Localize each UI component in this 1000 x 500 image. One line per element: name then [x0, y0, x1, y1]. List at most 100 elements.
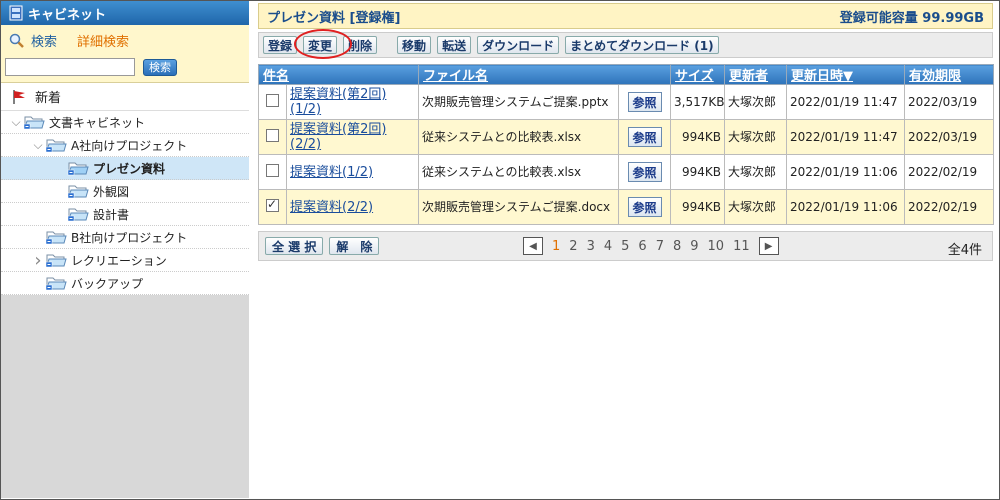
updated-cell: 2022/01/19 11:47: [786, 84, 906, 120]
change-button[interactable]: 変更: [303, 36, 338, 54]
table-row: 提案資料(1/2) 従来システムとの比較表.xlsx 参照 994KB 大塚次郎…: [258, 154, 995, 190]
updater-cell: 大塚次郎: [724, 189, 788, 225]
subject-link[interactable]: 提案資料(1/2): [290, 165, 373, 180]
page-number[interactable]: 9: [690, 239, 698, 254]
ref-cell: 参照: [618, 189, 672, 225]
col-expiry[interactable]: 有効期限: [904, 64, 995, 85]
tree-item[interactable]: ⌵ 文書キャビネット: [1, 111, 249, 134]
page-number[interactable]: 1: [552, 239, 560, 254]
page-number[interactable]: 3: [587, 239, 595, 254]
page-number[interactable]: 8: [673, 239, 681, 254]
tree-item[interactable]: 設計書: [1, 203, 249, 226]
row-checkbox[interactable]: [266, 164, 279, 177]
sidebar-item-new[interactable]: 新着: [1, 83, 249, 111]
subject-link[interactable]: 提案資料(第2回)(1/2): [290, 87, 386, 117]
download-button[interactable]: ダウンロード: [477, 36, 560, 54]
ref-cell: 参照: [618, 154, 672, 190]
chevron-down-icon[interactable]: ⌵: [31, 138, 45, 153]
tree-item-label: 文書キャビネット: [49, 115, 146, 130]
tree-item[interactable]: B社向けプロジェクト: [1, 226, 249, 249]
subject-link[interactable]: 提案資料(2/2): [290, 200, 373, 215]
next-page-icon[interactable]: ▶: [758, 237, 779, 255]
file-name: 従来システムとの比較表.xlsx: [422, 165, 582, 179]
sidebar-search-area: 検索 詳細検索 検索: [1, 25, 249, 83]
tree-item-label: 外観図: [93, 184, 130, 199]
row-checkbox[interactable]: [266, 197, 279, 212]
page-title: プレゼン資料 [登録権]: [267, 10, 401, 26]
total-count: 全4件: [947, 243, 982, 258]
toolbar: 登録 変更 削除 移動 転送 ダウンロード まとめてダウンロード (1): [258, 29, 993, 59]
checkbox-cell: [258, 154, 287, 190]
subject-link[interactable]: 提案資料(第2回)(2/2): [290, 122, 386, 152]
tree-item-label: レクリエーション: [71, 253, 167, 268]
table-row: 提案資料(2/2) 次期販売管理システムご提案.docx 参照 994KB 大塚…: [258, 189, 995, 225]
select-all-button[interactable]: 全 選 択: [265, 237, 324, 255]
page-number[interactable]: 4: [604, 239, 612, 254]
file-table: 件名 ファイル名 サイズ 更新者 更新日時▼ 有効期限 提案資料(第2回)(1/…: [257, 64, 995, 225]
updater-cell: 大塚次郎: [724, 154, 788, 190]
tree-item-label: 設計書: [93, 207, 130, 222]
search-link[interactable]: 検索: [31, 31, 57, 50]
expiry-cell: 2022/03/19: [904, 119, 995, 155]
col-updater[interactable]: 更新者: [724, 64, 788, 85]
folder-icon: [45, 227, 67, 248]
prev-page-icon[interactable]: ◀: [523, 237, 543, 255]
tree-item[interactable]: › レクリエーション: [1, 249, 249, 272]
col-filename[interactable]: ファイル名: [418, 64, 672, 85]
folder-tree: ⌵ 文書キャビネット ⌵ A社向けプロジェクト プレゼン資料 外観図 設計書 B社…: [1, 111, 249, 295]
sidebar-header: キャビネット: [1, 1, 249, 25]
sidebar-title: キャビネット: [28, 7, 107, 23]
tree-item-label: A社向けプロジェクト: [71, 138, 188, 153]
row-checkbox[interactable]: [266, 94, 279, 107]
ref-button[interactable]: 参照: [627, 127, 662, 147]
page-number[interactable]: 5: [621, 239, 629, 254]
row-checkbox[interactable]: [266, 129, 279, 142]
advanced-search-link[interactable]: 詳細検索: [77, 31, 129, 50]
file-name: 次期販売管理システムご提案.pptx: [422, 95, 609, 109]
page-number[interactable]: 11: [733, 239, 750, 254]
col-subject[interactable]: 件名: [257, 64, 420, 85]
search-input[interactable]: [5, 58, 135, 76]
folder-icon: [45, 135, 67, 156]
filename-cell: 従来システムとの比較表.xlsx: [418, 154, 620, 190]
magnifier-icon: [9, 33, 24, 48]
chevron-down-icon[interactable]: ⌵: [9, 115, 23, 130]
page-number[interactable]: 2: [569, 239, 577, 254]
bulk-download-button[interactable]: まとめてダウンロード (1): [565, 36, 719, 54]
size-cell: 3,517KB: [670, 84, 726, 120]
tree-item[interactable]: バックアップ: [1, 272, 249, 295]
ref-button[interactable]: 参照: [627, 197, 662, 217]
page-number[interactable]: 6: [638, 239, 646, 254]
expiry-cell: 2022/03/19: [904, 84, 995, 120]
col-updated[interactable]: 更新日時▼: [786, 64, 906, 85]
search-button[interactable]: 検索: [143, 58, 177, 76]
main-panel: プレゼン資料 [登録権] 登録可能容量 99.99GB 登録 変更 削除 移動 …: [257, 1, 995, 261]
tree-item[interactable]: プレゼン資料: [1, 157, 249, 180]
chevron-right-icon[interactable]: ›: [31, 250, 45, 271]
register-button[interactable]: 登録: [263, 36, 298, 54]
ref-button[interactable]: 参照: [627, 92, 662, 112]
tree-item[interactable]: 外観図: [1, 180, 249, 203]
tree-item[interactable]: ⌵ A社向けプロジェクト: [1, 134, 249, 157]
deselect-button[interactable]: 解 除: [329, 237, 380, 255]
expiry-cell: 2022/02/19: [904, 189, 995, 225]
ref-button[interactable]: 参照: [627, 162, 662, 182]
delete-button[interactable]: 削除: [343, 36, 378, 54]
filename-cell: 次期販売管理システムご提案.docx: [418, 189, 620, 225]
subject-cell: 提案資料(2/2): [285, 189, 420, 225]
table-row: 提案資料(第2回)(1/2) 次期販売管理システムご提案.pptx 参照 3,5…: [258, 84, 995, 120]
new-label: 新着: [35, 91, 62, 106]
filename-cell: 従来システムとの比較表.xlsx: [418, 119, 620, 155]
file-name: 次期販売管理システムご提案.docx: [422, 200, 611, 214]
size-cell: 994KB: [670, 189, 726, 225]
col-size[interactable]: サイズ: [670, 64, 726, 85]
folder-icon: [45, 273, 67, 294]
transfer-button[interactable]: 転送: [437, 36, 472, 54]
page-number[interactable]: 7: [656, 239, 664, 254]
page-number[interactable]: 10: [708, 239, 725, 254]
move-button[interactable]: 移動: [397, 36, 432, 54]
updater-cell: 大塚次郎: [724, 119, 788, 155]
checkbox-cell: [258, 119, 287, 155]
folder-icon: [67, 204, 89, 225]
updater-cell: 大塚次郎: [724, 84, 788, 120]
